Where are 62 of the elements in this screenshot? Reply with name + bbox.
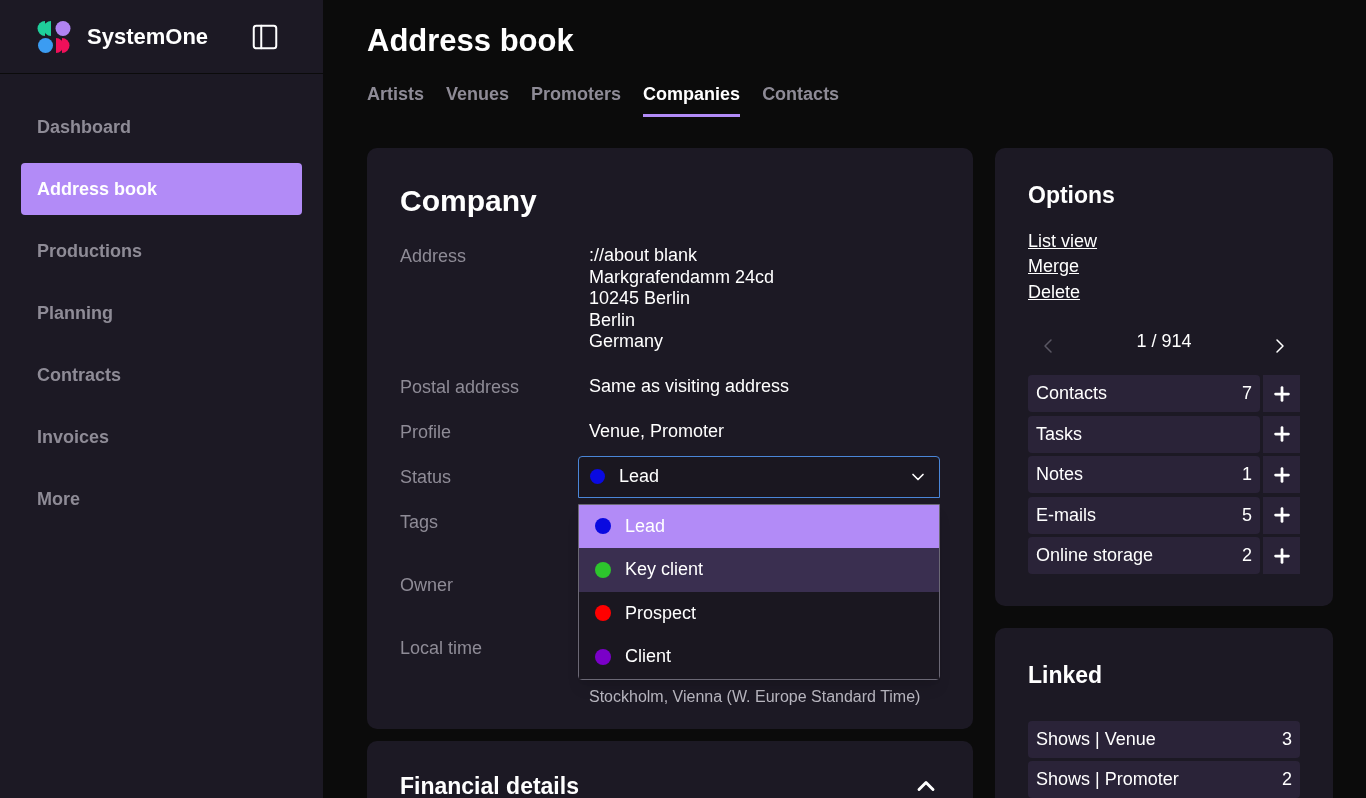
counter-row[interactable]: Shows | Promoter 2 [1028,761,1300,798]
counter-value: 1 [1242,463,1252,486]
option-link[interactable]: List view [1028,228,1098,254]
nav-item[interactable]: Dashboard [21,101,302,153]
counter-row[interactable]: Notes 1 [1028,456,1260,493]
counter-value: 7 [1242,382,1252,405]
counter-row[interactable]: Tasks [1028,415,1260,453]
tab[interactable]: Promoters [531,81,622,117]
field-label: Postal address [400,375,521,399]
tab[interactable]: Companies [643,81,741,117]
field-label: Owner [400,573,454,597]
field-label: Profile [400,420,453,444]
tab[interactable]: Venues [446,81,510,117]
page-title: Address book [367,22,575,60]
field-label: Local time [400,636,484,660]
dropdown-option[interactable]: Prospect [579,591,939,635]
card-title: Linked [1028,661,1104,690]
counter-row[interactable]: E-mails 5 [1028,496,1260,534]
add-button[interactable] [1263,537,1300,574]
card-title: Company [400,183,538,219]
counter-value: 3 [1282,727,1292,751]
field-value: ://about blank Markgrafendamm 24cd 10245 Berlin Berlin Germany [589,244,775,353]
card-title: Financial details [400,771,579,798]
counter-value: 2 [1242,544,1252,567]
nav-item[interactable]: Productions [21,225,302,277]
counter-row[interactable]: Contacts 7 [1028,375,1260,412]
timezone-text: Stockholm, Vienna (W. Europe Standard Time) [589,686,921,707]
counter-label: Shows | Promoter [1036,768,1179,791]
tab[interactable]: Artists [367,81,424,117]
add-button[interactable] [1263,456,1300,493]
counter-label: Contacts [1036,382,1108,405]
logo-icon [37,19,71,54]
nav-item[interactable]: Invoices [21,411,302,463]
counter-value: 5 [1242,503,1252,527]
counter-label: Notes [1036,463,1084,486]
status-select[interactable]: Lead [578,455,940,498]
counter-label: E-mails [1036,503,1096,527]
field-value: Same as visiting address [589,374,790,398]
dropdown-option[interactable]: Key client [579,548,939,592]
field-label: Status [400,465,453,489]
brand-name: SystemOne [87,23,209,51]
add-button[interactable] [1263,375,1300,412]
nav-item[interactable]: Contracts [21,349,302,401]
card-title: Options [1028,181,1116,210]
counter-value: 2 [1282,768,1292,791]
counter-row[interactable]: Shows | Venue 3 [1028,720,1300,758]
option-link[interactable]: Delete [1028,279,1081,305]
field-label: Address [400,245,468,268]
counter-row[interactable]: Online storage 2 [1028,537,1260,574]
tab[interactable]: Contacts [762,81,840,117]
field-value: Venue, Promoter [589,419,725,443]
pager-text: 1 / 914 [1136,329,1192,353]
counter-label: Shows | Venue [1036,727,1156,751]
nav-item[interactable]: Planning [21,287,302,339]
dropdown-option[interactable]: Client [579,635,939,679]
add-button[interactable] [1263,415,1300,453]
nav-item[interactable]: More [21,473,302,525]
counter-label: Online storage [1036,544,1154,567]
option-link[interactable]: Merge [1028,254,1080,280]
field-label: Tags [400,510,440,534]
counter-label: Tasks [1036,422,1082,446]
add-button[interactable] [1263,496,1300,534]
